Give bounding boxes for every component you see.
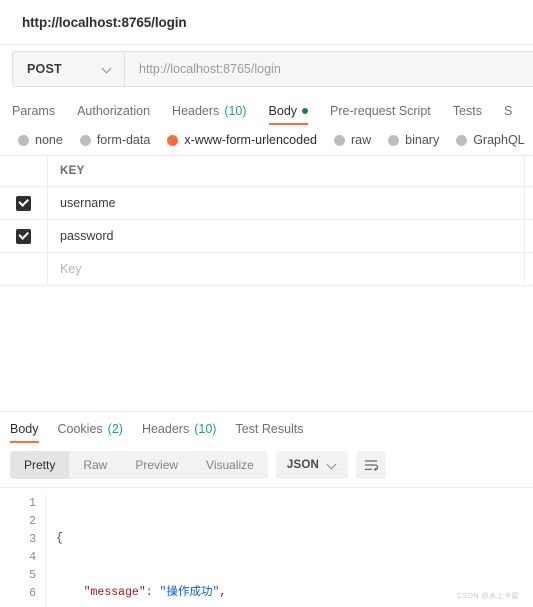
tab-label: Test Results xyxy=(235,422,304,436)
response-tab-test-results[interactable]: Test Results xyxy=(235,422,303,443)
tab-count: (2) xyxy=(107,422,123,436)
body-type-label: none xyxy=(35,133,63,147)
tab-pre-request-script[interactable]: Pre-request Script xyxy=(330,104,431,125)
response-view-modes: Pretty Raw Preview Visualize xyxy=(10,451,268,479)
line-number: 3 xyxy=(29,533,36,546)
line-number: 4 xyxy=(29,551,36,564)
tab-label: Headers xyxy=(141,422,190,436)
wrap-lines-icon xyxy=(364,460,378,471)
tab-count: (10) xyxy=(194,422,217,436)
radio-icon xyxy=(18,134,29,146)
row-check-cell xyxy=(0,220,48,252)
tab-tests[interactable]: Tests xyxy=(453,104,482,125)
watermark: CSDN @水上书屋 xyxy=(457,593,519,600)
method-label: POST xyxy=(27,62,62,76)
radio-selected-icon xyxy=(167,134,179,146)
body-type-label: raw xyxy=(351,133,372,147)
row-value-input[interactable] xyxy=(525,187,533,219)
response-body-viewer: 1 2 3 4 5 6 { "message": "操作成功", "result… xyxy=(0,487,533,607)
tab-label: S xyxy=(503,104,513,118)
column-header-value xyxy=(525,156,533,186)
body-type-graphql[interactable]: GraphQL xyxy=(456,133,525,147)
wrap-lines-button[interactable] xyxy=(355,451,386,479)
tab-label: Authorization xyxy=(77,104,151,118)
tab-params[interactable]: Params xyxy=(12,104,55,125)
table-header-row: KEY xyxy=(0,156,533,187)
body-type-label: binary xyxy=(405,133,440,147)
response-tab-headers[interactable]: Headers (10) xyxy=(142,422,216,443)
line-number: 6 xyxy=(29,587,36,600)
row-key-input[interactable]: username xyxy=(48,187,525,219)
postman-window: http://localhost:8765/login POST http://… xyxy=(0,0,533,607)
line-number-gutter: 1 2 3 4 5 6 xyxy=(0,494,46,607)
tab-label: Params xyxy=(12,104,56,118)
tab-authorization[interactable]: Authorization xyxy=(77,104,150,125)
code-line-1: { xyxy=(56,532,63,545)
chevron-down-icon xyxy=(328,461,337,470)
table-row[interactable]: password xyxy=(0,220,533,253)
body-type-label: x-www-form-urlencoded xyxy=(184,133,317,147)
response-tab-cookies[interactable]: Cookies (2) xyxy=(58,422,123,443)
request-tabs: Params Authorization Headers (10) Body P… xyxy=(0,93,533,125)
tab-label: Body xyxy=(10,422,39,436)
line-number: 2 xyxy=(29,515,36,528)
method-select[interactable]: POST xyxy=(13,52,125,86)
view-mode-preview[interactable]: Preview xyxy=(121,451,192,479)
chevron-down-icon xyxy=(103,65,112,74)
radio-icon xyxy=(388,134,400,146)
view-mode-raw[interactable]: Raw xyxy=(69,451,121,479)
response-tabs: Body Cookies (2) Headers (10) Test Resul… xyxy=(0,412,533,443)
body-type-binary[interactable]: binary xyxy=(388,133,439,147)
response-format-select[interactable]: JSON xyxy=(275,451,348,479)
tab-headers[interactable]: Headers (10) xyxy=(172,104,246,125)
body-type-form-data[interactable]: form-data xyxy=(79,133,151,147)
row-value-input[interactable] xyxy=(525,220,533,252)
row-key-input[interactable]: Key xyxy=(48,253,525,285)
radio-icon xyxy=(79,134,91,146)
body-type-options: none form-data x-www-form-urlencoded raw… xyxy=(0,125,533,156)
request-name: http://localhost:8765/login xyxy=(22,14,187,30)
tab-body[interactable]: Body xyxy=(268,104,309,125)
format-label: JSON xyxy=(286,459,319,471)
tab-label: Tests xyxy=(452,104,482,118)
url-bar-area: POST http://localhost:8765/login xyxy=(0,45,533,93)
url-bar: POST http://localhost:8765/login xyxy=(12,51,533,87)
view-mode-visualize[interactable]: Visualize xyxy=(192,451,268,479)
response-toolbar: Pretty Raw Preview Visualize JSON xyxy=(0,443,533,487)
json-message-value: 操作成功 xyxy=(166,586,213,599)
row-key-input[interactable]: password xyxy=(48,220,525,252)
tab-label: Body xyxy=(268,104,298,118)
body-empty-area xyxy=(0,286,533,412)
body-type-x-www-form-urlencoded[interactable]: x-www-form-urlencoded xyxy=(167,133,317,147)
table-row-empty[interactable]: Key xyxy=(0,253,533,286)
view-mode-pretty[interactable]: Pretty xyxy=(10,451,70,479)
line-number: 1 xyxy=(29,497,36,510)
body-params-table: KEY username password Key xyxy=(0,156,533,286)
request-title-bar: http://localhost:8765/login xyxy=(0,0,533,45)
tab-label: Cookies xyxy=(57,422,103,436)
response-tab-body[interactable]: Body xyxy=(10,422,39,443)
header-check-cell xyxy=(0,156,48,186)
line-number: 5 xyxy=(29,569,36,582)
radio-icon xyxy=(334,134,345,146)
row-check-cell xyxy=(0,253,48,285)
checkbox-checked-icon[interactable] xyxy=(16,228,31,244)
body-type-raw[interactable]: raw xyxy=(334,133,371,147)
url-input[interactable]: http://localhost:8765/login xyxy=(125,52,533,86)
column-header-key: KEY xyxy=(48,156,525,186)
table-row[interactable]: username xyxy=(0,187,533,220)
row-check-cell xyxy=(0,187,48,219)
tab-label: Pre-request Script xyxy=(330,104,431,118)
body-type-label: GraphQL xyxy=(473,133,525,147)
body-type-label: form-data xyxy=(96,133,151,147)
radio-icon xyxy=(456,134,468,146)
row-value-input[interactable] xyxy=(525,253,533,285)
body-type-none[interactable]: none xyxy=(18,133,63,147)
tab-settings-clipped[interactable]: S xyxy=(504,104,512,125)
body-present-dot-icon xyxy=(302,108,309,114)
checkbox-checked-icon[interactable] xyxy=(16,195,31,211)
tab-label: Headers xyxy=(172,104,220,118)
tab-count: (10) xyxy=(224,104,247,118)
